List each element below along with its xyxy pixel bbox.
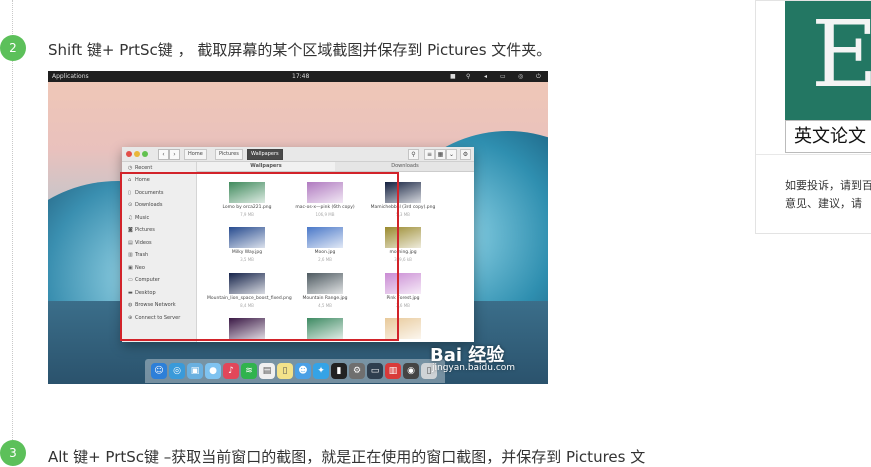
breadcrumb-wallpapers: Wallpapers bbox=[247, 149, 283, 160]
power-icon: ⏻ bbox=[536, 73, 541, 80]
volume-icon: ◂ bbox=[484, 73, 488, 80]
sidebar-item-recent: ◷ Recent bbox=[128, 165, 153, 171]
preview-icon[interactable]: ▣ bbox=[187, 363, 203, 379]
battery-icon: ▭ bbox=[500, 73, 506, 80]
complaint-notice: 如要投诉，请到百 bbox=[785, 179, 871, 192]
system-icon[interactable]: ⚙ bbox=[349, 363, 365, 379]
step-text-3: Alt 键+ PrtSc键 –获取当前窗口的截图，就是正在使用的窗口截图，并保存… bbox=[48, 448, 646, 466]
tab-downloads: Downloads bbox=[391, 163, 419, 169]
messages-icon[interactable]: ● bbox=[205, 363, 221, 379]
dock: ☺ ◎ ▣ ● ♪ ≋ ▤ ▯ ☻ ✦ ▮ ⚙ ▭ ▥ ◉ ▯ bbox=[145, 359, 445, 383]
finder-icon[interactable]: ☻ bbox=[295, 363, 311, 379]
book-cover[interactable]: Eg bbox=[785, 1, 871, 120]
safari-icon[interactable]: ◎ bbox=[169, 363, 185, 379]
desktop-topbar: Applications 17:48 ■ ⚲ ◂ ▭ ◎ ⏻ bbox=[48, 71, 548, 82]
finder-icon[interactable]: ☺ bbox=[151, 363, 167, 379]
close-dot-icon bbox=[126, 151, 132, 157]
grid-view-icon: ▦ bbox=[435, 149, 446, 160]
archive-icon[interactable]: ▥ bbox=[385, 363, 401, 379]
breadcrumb-home: Home bbox=[184, 149, 207, 160]
tab-wallpapers: Wallpapers bbox=[197, 162, 335, 171]
screenshot-selection-box bbox=[120, 172, 399, 341]
search-icon: ⚲ bbox=[408, 149, 419, 160]
notification-icon: ■ bbox=[450, 73, 456, 80]
feedback-notice: 意见、建议，请 bbox=[785, 197, 862, 210]
minimize-dot-icon bbox=[134, 151, 140, 157]
step-badge-3: 3 bbox=[0, 440, 26, 466]
step-timeline bbox=[12, 0, 13, 466]
breadcrumb-pictures: Pictures bbox=[215, 149, 243, 160]
docs-icon[interactable]: ▯ bbox=[277, 363, 293, 379]
book-title[interactable]: 英文论文 bbox=[785, 120, 871, 153]
applications-menu: Applications bbox=[52, 73, 89, 80]
gear-icon: ⚙ bbox=[460, 149, 471, 160]
notes-icon[interactable]: ▤ bbox=[259, 363, 275, 379]
browser-icon[interactable]: ◉ bbox=[403, 363, 419, 379]
panel-divider bbox=[756, 154, 871, 155]
spotify-icon[interactable]: ≋ bbox=[241, 363, 257, 379]
topbar-clock: 17:48 bbox=[292, 73, 310, 80]
twitter-icon[interactable]: ✦ bbox=[313, 363, 329, 379]
step-screenshot[interactable]: Applications 17:48 ■ ⚲ ◂ ▭ ◎ ⏻ ‹ › Home … bbox=[48, 71, 548, 384]
sidebar-ad-panel: Eg 英文论文 如要投诉，请到百 意见、建议，请 bbox=[755, 0, 871, 234]
itunes-icon[interactable]: ♪ bbox=[223, 363, 239, 379]
terminal-icon[interactable]: ▮ bbox=[331, 363, 347, 379]
monitor-icon[interactable]: ▭ bbox=[367, 363, 383, 379]
forward-button: › bbox=[169, 149, 180, 160]
book-cover-letter: Eg bbox=[811, 1, 871, 108]
clock-icon: ◷ bbox=[128, 165, 133, 171]
back-button: ‹ bbox=[158, 149, 169, 160]
step-text-2: Shift 键+ PrtSc键 ， 截取屏幕的某个区域截图并保存到 Pictur… bbox=[48, 41, 552, 59]
chevron-down-icon: ⌄ bbox=[446, 149, 457, 160]
maximize-dot-icon bbox=[142, 151, 148, 157]
file-manager-tabs: Wallpapers Downloads bbox=[197, 162, 474, 172]
settings-icon: ◎ bbox=[518, 73, 524, 80]
baidu-watermark-url: jingyan.baidu.com bbox=[432, 363, 516, 373]
step-badge-2: 2 bbox=[0, 35, 26, 61]
list-view-icon: ≡ bbox=[424, 149, 435, 160]
search-icon: ⚲ bbox=[466, 73, 471, 80]
file-manager-toolbar: ‹ › Home Pictures Wallpapers ⚲ ≡ ▦ ⌄ ⚙ bbox=[122, 147, 474, 162]
